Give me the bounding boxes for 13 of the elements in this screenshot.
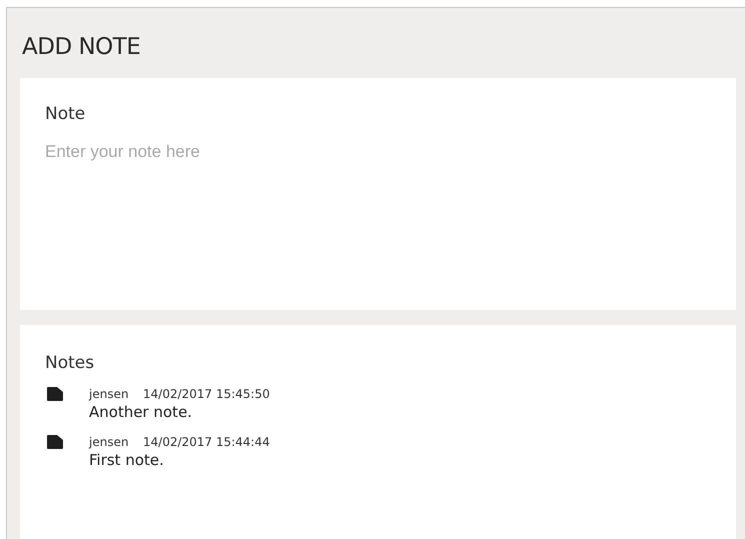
- page-title: ADD NOTE: [21, 33, 142, 62]
- note-input[interactable]: Enter your note here: [45, 142, 711, 262]
- section-heading: Notes: [45, 353, 96, 373]
- note-author: jensen: [89, 435, 130, 449]
- note-text: First note.: [88, 451, 165, 469]
- note-timestamp: 14/02/2017 15:44:44: [143, 435, 270, 449]
- note-icon: [47, 435, 63, 449]
- note-timestamp: 14/02/2017 15:45:50: [143, 387, 270, 401]
- field-label: Note: [45, 104, 86, 124]
- note-author: jensen: [89, 387, 130, 401]
- note-field[interactable]: Note Enter your note here: [20, 78, 736, 310]
- note-text: Another note.: [88, 403, 194, 421]
- note-icon: [47, 387, 63, 401]
